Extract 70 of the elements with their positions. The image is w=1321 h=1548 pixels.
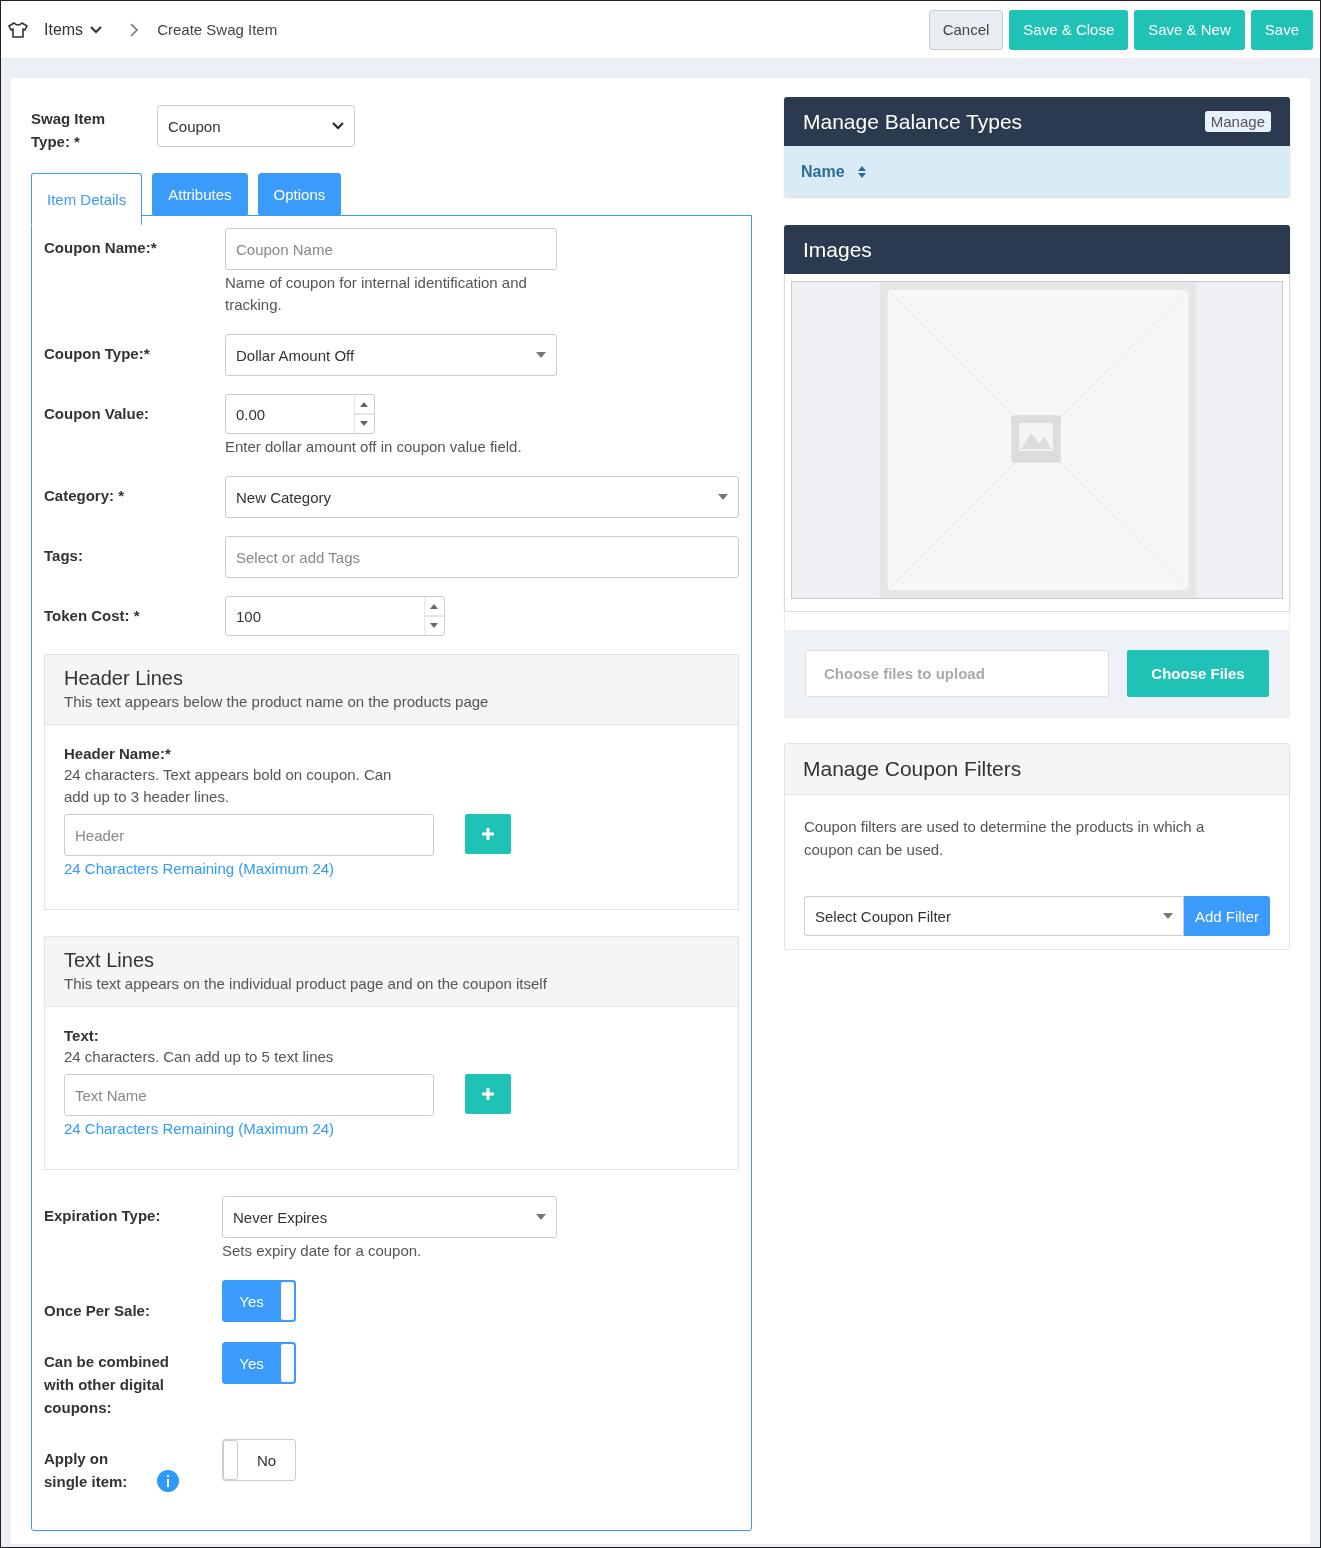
manage-button[interactable]: Manage xyxy=(1204,111,1271,132)
help-text: Sets expiry date for a coupon. xyxy=(222,1241,423,1261)
tab[interactable]: Attributes xyxy=(152,173,248,216)
field-label: Category: * xyxy=(44,486,126,506)
save-button[interactable]: Save & New xyxy=(1134,9,1245,50)
field-label: Expiration Type: xyxy=(44,1206,162,1226)
add-filter-button[interactable]: Add Filter xyxy=(1184,896,1270,936)
field-label: Coupon Name:* xyxy=(44,238,158,258)
input-field[interactable]: 100 xyxy=(225,596,445,636)
toggle-switch[interactable]: Yes xyxy=(222,1342,296,1384)
input-field[interactable]: Select or add Tags xyxy=(225,536,739,578)
section-subtitle: This text appears on the individual product page and on the coupon itself xyxy=(64,975,548,992)
caret-down-icon xyxy=(536,352,546,358)
save-button[interactable]: Save & Close xyxy=(1009,9,1129,50)
field-label: Token Cost: * xyxy=(44,606,141,626)
description-text: Coupon filters are used to determine the products in which a coupon can be used. xyxy=(804,817,1206,860)
section-title: Header Lines xyxy=(64,667,184,690)
caret-down-icon xyxy=(536,1214,546,1220)
choose-files-button[interactable]: Choose Files xyxy=(1127,650,1269,697)
help-text: Name of coupon for internal identification and tracking. xyxy=(225,273,528,315)
spinner-icon[interactable] xyxy=(354,395,374,433)
help-text: 24 characters. Text appears bold on coupon. Can add up to 3 header lines. xyxy=(64,765,393,807)
caret-down-icon xyxy=(1163,913,1173,919)
column-header[interactable]: Name xyxy=(801,162,845,181)
input-field[interactable]: Header xyxy=(64,814,434,856)
field-label: Header Name:* xyxy=(64,745,172,762)
panel-title: Images xyxy=(803,237,872,262)
section-subtitle: This text appears below the product name on the products page xyxy=(64,693,490,710)
select-field[interactable]: Select Coupon Filter xyxy=(804,896,1184,936)
panel-title: Manage Coupon Filters xyxy=(803,757,1022,781)
info-icon[interactable] xyxy=(157,1470,179,1492)
tab[interactable]: Item Details xyxy=(31,173,143,225)
field-label: Coupon Value: xyxy=(44,404,150,424)
toggle-switch[interactable]: Yes xyxy=(222,1280,296,1322)
field-label: Tags: xyxy=(44,546,84,566)
input-field[interactable]: Coupon Name xyxy=(225,228,557,270)
items-menu[interactable]: Items xyxy=(44,20,84,39)
input-field[interactable]: 0.00 xyxy=(225,394,375,434)
save-button[interactable]: Save xyxy=(1250,9,1313,50)
field-label: Once Per Sale: xyxy=(44,1301,150,1321)
plus-icon xyxy=(481,827,495,841)
toggle-switch[interactable]: No xyxy=(222,1439,296,1481)
panel-title: Manage Balance Types xyxy=(803,109,1023,134)
page-title: Create Swag Item xyxy=(157,21,278,38)
spinner-icon[interactable] xyxy=(424,597,444,635)
cancel-button[interactable]: Cancel xyxy=(928,9,1004,50)
type-select[interactable]: Coupon xyxy=(157,105,355,147)
field-label: Apply on single item: xyxy=(44,1449,129,1492)
select-field[interactable]: Never Expires xyxy=(222,1196,557,1238)
chevron-right-icon xyxy=(129,22,140,37)
field-label: Swag Item Type: * xyxy=(31,109,107,152)
select-field[interactable]: Dollar Amount Off xyxy=(225,334,557,376)
chevron-down-icon[interactable] xyxy=(89,24,104,35)
help-text: Enter dollar amount off in coupon value field. xyxy=(225,437,522,457)
field-label: Coupon Type:* xyxy=(44,344,151,364)
input-field[interactable]: Text Name xyxy=(64,1074,434,1116)
section-title: Text Lines xyxy=(64,949,156,972)
file-input-field[interactable]: Choose files to upload xyxy=(805,650,1109,697)
sort-icon[interactable] xyxy=(856,164,867,179)
caret-down-icon xyxy=(718,494,728,500)
shirt-icon xyxy=(8,20,28,39)
chevron-down-icon xyxy=(332,122,344,130)
help-text: 24 characters. Can add up to 5 text lines xyxy=(64,1047,335,1067)
field-label: Text: xyxy=(64,1027,100,1044)
tab[interactable]: Options xyxy=(257,173,342,216)
field-label: Can be combined with other digital coupons: xyxy=(44,1352,171,1418)
character-counter: 24 Characters Remaining (Maximum 24) xyxy=(64,1120,336,1137)
plus-icon xyxy=(481,1087,495,1101)
character-counter: 24 Characters Remaining (Maximum 24) xyxy=(64,860,336,877)
select-field[interactable]: New Category xyxy=(225,476,739,518)
